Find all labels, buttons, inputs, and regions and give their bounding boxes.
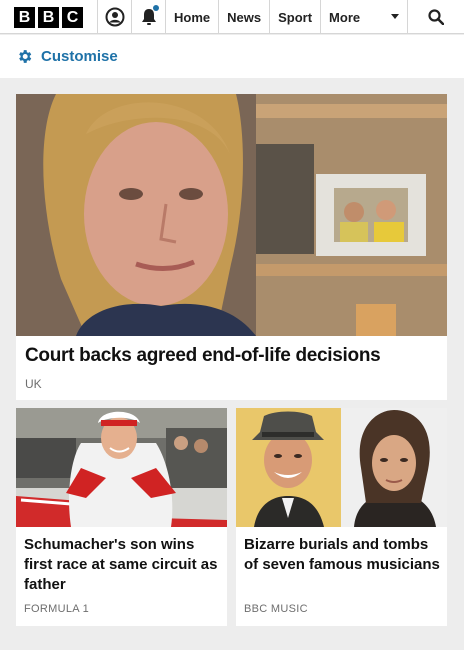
hero-image: [16, 94, 447, 336]
nav-home[interactable]: Home: [166, 0, 220, 34]
hero-section-tag[interactable]: UK: [25, 377, 42, 391]
story-section-tag[interactable]: BBC MUSIC: [244, 603, 308, 615]
nav-more[interactable]: More: [321, 0, 409, 34]
search-button[interactable]: [408, 0, 464, 33]
bbc-logo[interactable]: B B C: [0, 0, 98, 34]
nav-news[interactable]: News: [219, 0, 271, 34]
story-image-musicians: [236, 408, 447, 527]
notification-dot: [153, 5, 159, 11]
story-headline[interactable]: Schumacher's son wins first race at same…: [24, 535, 220, 595]
bbc-logo-letter-c: C: [62, 6, 83, 28]
story-card-musicians[interactable]: Bizarre burials and tombs of seven famou…: [236, 408, 447, 626]
customise-label: Customise: [41, 48, 118, 65]
caret-down-icon: [391, 14, 400, 19]
story-card-schumacher[interactable]: Schumacher's son wins first race at same…: [16, 408, 227, 626]
notifications-button[interactable]: [132, 0, 166, 34]
nav-sport[interactable]: Sport: [270, 0, 322, 34]
story-headline[interactable]: Bizarre burials and tombs of seven famou…: [244, 535, 440, 575]
hero-headline[interactable]: Court backs agreed end-of-life decisions: [25, 345, 381, 367]
account-icon: [105, 7, 124, 27]
account-button[interactable]: [98, 0, 132, 34]
bbc-logo-letter-b1: B: [14, 6, 35, 28]
story-image-racing-driver: [16, 408, 227, 527]
nav-more-label: More: [329, 9, 361, 25]
top-nav: B B C Home News Sport More: [0, 0, 464, 34]
customise-bar[interactable]: Customise: [0, 35, 464, 78]
story-section-tag[interactable]: FORMULA 1: [24, 603, 89, 615]
bbc-logo-letter-b2: B: [38, 6, 59, 28]
search-icon: [428, 8, 445, 25]
gear-icon: [19, 50, 32, 63]
hero-story[interactable]: Court backs agreed end-of-life decisions…: [16, 94, 447, 400]
